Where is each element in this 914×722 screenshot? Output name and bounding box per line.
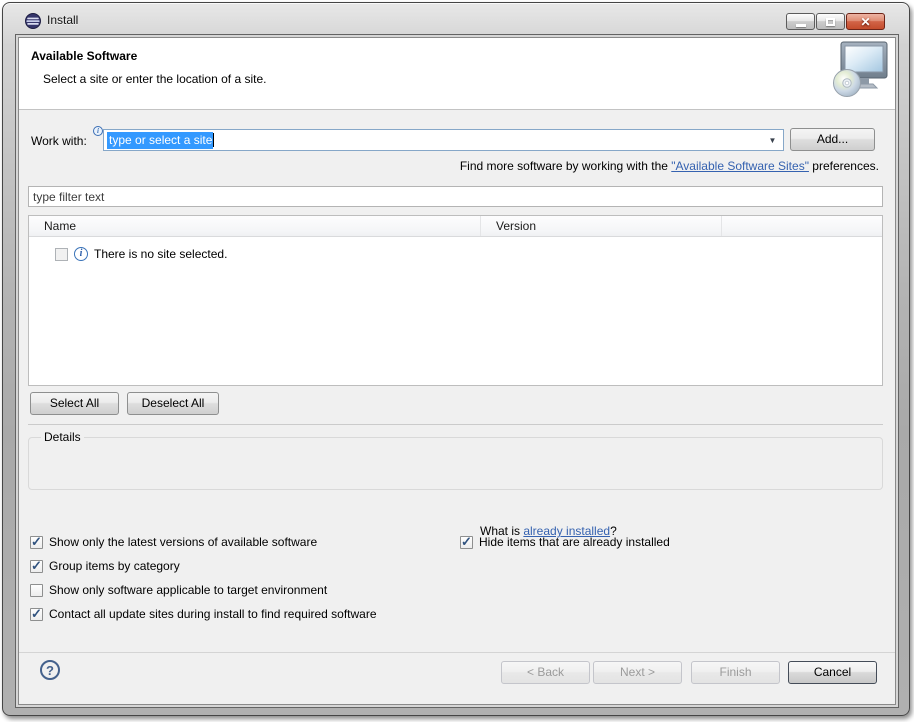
option-show-latest-versions[interactable]: Show only the latest versions of availab…	[30, 534, 317, 550]
next-button[interactable]: Next >	[593, 661, 682, 684]
separator	[19, 652, 895, 653]
minimize-icon	[796, 24, 806, 27]
checkbox[interactable]	[30, 584, 43, 597]
software-table: Name Version i There is no site selected…	[28, 215, 883, 386]
checkbox[interactable]	[30, 560, 43, 573]
deselect-all-button[interactable]: Deselect All	[127, 392, 219, 415]
select-all-button[interactable]: Select All	[30, 392, 119, 415]
already-installed-link[interactable]: already installed	[523, 524, 610, 538]
maximize-button[interactable]	[816, 13, 845, 30]
wizard-banner: Available Software Select a site or ente…	[19, 38, 895, 110]
work-with-label: Work with:	[31, 134, 87, 148]
finish-button[interactable]: Finish	[691, 661, 780, 684]
separator	[28, 424, 883, 425]
table-header: Name Version	[29, 216, 882, 237]
column-header-filler	[722, 216, 882, 236]
page-subtitle: Select a site or enter the location of a…	[43, 72, 266, 86]
available-software-sites-link[interactable]: "Available Software Sites"	[671, 159, 809, 173]
work-with-combo[interactable]: type or select a site ▼	[103, 129, 784, 151]
checkbox[interactable]	[30, 536, 43, 549]
checkbox[interactable]	[30, 608, 43, 621]
option-contact-update-sites[interactable]: Contact all update sites during install …	[30, 606, 377, 622]
row-checkbox[interactable]	[55, 248, 68, 261]
hint-prefix: Find more software by working with the	[460, 159, 671, 173]
add-button[interactable]: Add...	[790, 128, 875, 151]
option-label: Group items by category	[49, 559, 180, 573]
maximize-icon	[826, 18, 835, 26]
option-label: Contact all update sites during install …	[49, 607, 377, 621]
column-header-version[interactable]: Version	[481, 216, 722, 236]
combo-selected-text: type or select a site	[107, 132, 213, 149]
help-button[interactable]: ?	[40, 660, 60, 680]
chevron-down-icon[interactable]: ▼	[766, 134, 779, 147]
install-software-icon	[829, 41, 889, 99]
table-row[interactable]: i There is no site selected.	[55, 245, 882, 263]
close-icon: ✕	[860, 16, 870, 28]
back-button[interactable]: < Back	[501, 661, 590, 684]
filter-input[interactable]	[28, 186, 883, 207]
install-dialog-window: Install ✕ Available Software Select a si…	[2, 2, 910, 716]
option-group-by-category[interactable]: Group items by category	[30, 558, 180, 574]
text-caret	[213, 133, 214, 147]
what-is-installed-line: What is already installed?	[480, 524, 617, 538]
window-title: Install	[47, 13, 78, 27]
option-applicable-to-target[interactable]: Show only software applicable to target …	[30, 582, 327, 598]
row-label: There is no site selected.	[94, 247, 227, 261]
eclipse-icon	[25, 13, 41, 29]
checkbox[interactable]	[460, 536, 473, 549]
column-header-name[interactable]: Name	[29, 216, 481, 236]
hint-suffix: preferences.	[809, 159, 879, 173]
titlebar[interactable]: Install ✕	[3, 3, 909, 37]
minimize-button[interactable]	[786, 13, 815, 30]
dialog-client-area: Available Software Select a site or ente…	[18, 37, 896, 705]
page-title: Available Software	[31, 49, 137, 63]
details-group: Details	[28, 437, 883, 490]
close-button[interactable]: ✕	[846, 13, 885, 30]
details-label: Details	[41, 430, 84, 444]
what-is-suffix: ?	[610, 524, 617, 538]
content-assist-info-icon: i	[93, 126, 103, 136]
cancel-button[interactable]: Cancel	[788, 661, 877, 684]
what-is-prefix: What is	[480, 524, 523, 538]
option-label: Show only software applicable to target …	[49, 583, 327, 597]
info-icon: i	[74, 247, 88, 261]
find-more-software-hint: Find more software by working with the "…	[460, 159, 879, 173]
option-label: Show only the latest versions of availab…	[49, 535, 317, 549]
